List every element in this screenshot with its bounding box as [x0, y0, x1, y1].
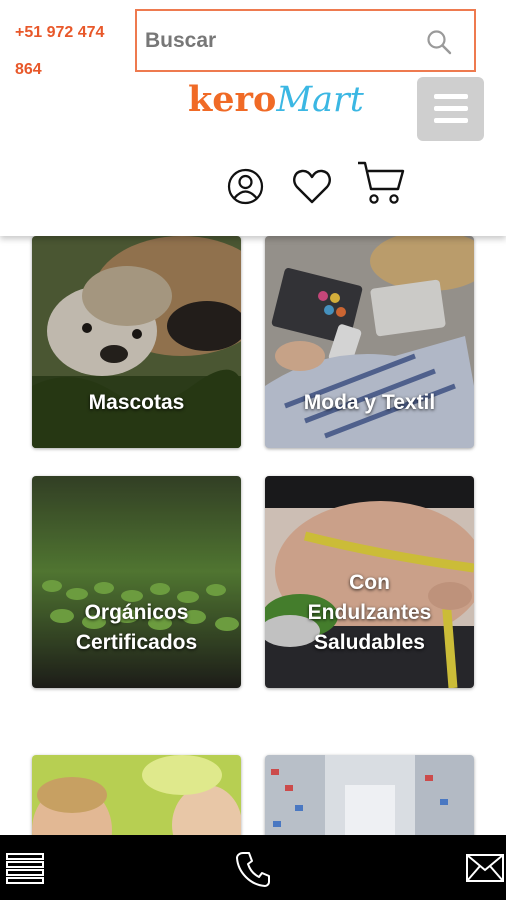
category-label: Orgánicos Certificados: [75, 601, 198, 654]
category-card-moda-y-textil[interactable]: Moda y Textil: [265, 236, 474, 448]
menu-line: [434, 94, 468, 99]
search-icon[interactable]: [426, 29, 452, 55]
category-image-partial-left: [32, 755, 241, 845]
category-image-partial-right: [265, 755, 474, 845]
mail-icon[interactable]: [466, 854, 504, 882]
search-box: [135, 9, 476, 72]
menu-line: [434, 118, 468, 123]
heart-icon[interactable]: [292, 167, 332, 205]
category-card-mascotas[interactable]: Mascotas: [32, 236, 241, 448]
phone-number[interactable]: +51 972 474 864: [15, 14, 127, 88]
category-card-con-endulzantes-saludables[interactable]: Con Endulzantes Saludables: [265, 476, 474, 688]
search-input[interactable]: [145, 11, 415, 70]
logo-part-mart: Mart: [276, 80, 364, 120]
user-icon[interactable]: [227, 168, 264, 205]
cart-icon[interactable]: [356, 160, 406, 206]
menu-icon[interactable]: [417, 77, 484, 141]
category-label: Mascotas: [88, 391, 185, 414]
category-card-partial-right[interactable]: [265, 755, 474, 845]
phone-icon[interactable]: [234, 850, 272, 888]
menu-icon[interactable]: [6, 852, 44, 885]
brand-logo[interactable]: keroMart: [188, 78, 364, 122]
site-header: +51 972 474 864 keroMart: [0, 0, 506, 236]
logo-part-kero: kero: [188, 79, 277, 120]
category-card-partial-left[interactable]: [32, 755, 241, 845]
category-label: Con Endulzantes Saludables: [307, 571, 432, 654]
category-label: Moda y Textil: [303, 391, 436, 414]
bottom-bar: [0, 835, 506, 900]
menu-line: [434, 106, 468, 111]
category-card-organicos-certificados[interactable]: Orgánicos Certificados: [32, 476, 241, 688]
